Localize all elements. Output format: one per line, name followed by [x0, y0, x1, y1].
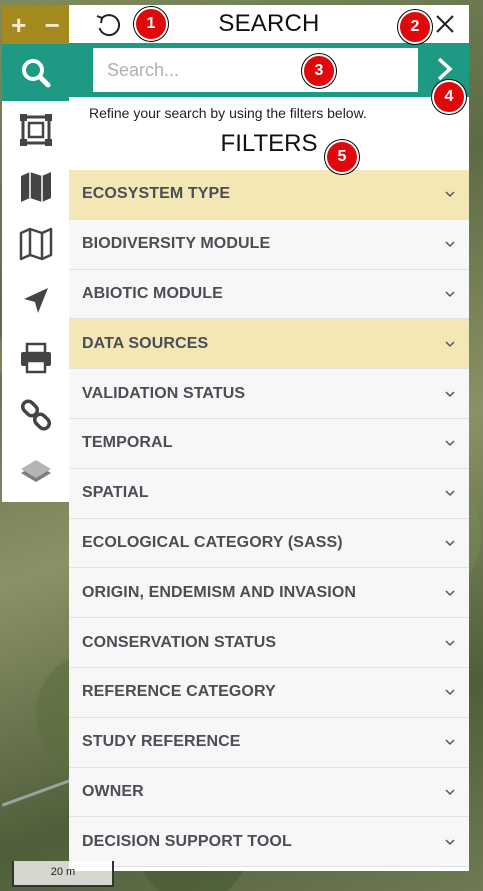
- filter-item[interactable]: ORIGIN, ENDEMISM AND INVASION: [69, 568, 469, 619]
- filter-item[interactable]: DECISION SUPPORT TOOL: [69, 817, 469, 868]
- chevron-right-icon: [437, 57, 453, 81]
- chevron-down-icon: [445, 590, 455, 596]
- toolbar-base-map-button[interactable]: [2, 215, 69, 272]
- filter-item[interactable]: VALIDATION STATUS: [69, 369, 469, 419]
- filter-label: CONSERVATION STATUS: [82, 633, 277, 651]
- filter-label: ABIOTIC MODULE: [82, 284, 223, 302]
- filter-label: REFERENCE CATEGORY: [82, 683, 276, 701]
- zoom-controls: + −: [2, 5, 69, 44]
- chevron-down-icon: [445, 341, 455, 347]
- toolbar-locate-button[interactable]: [2, 272, 69, 329]
- zoom-in-button[interactable]: +: [11, 12, 26, 38]
- select-area-icon: [19, 113, 52, 146]
- chevron-down-icon: [445, 241, 455, 248]
- filter-label: OWNER: [82, 782, 144, 800]
- filter-item[interactable]: DATA SOURCES: [69, 319, 469, 370]
- chevron-down-icon: [445, 490, 455, 497]
- map-filled-icon: [20, 171, 51, 202]
- close-icon[interactable]: [433, 12, 457, 36]
- filter-label: DECISION SUPPORT TOOL: [82, 832, 292, 850]
- callout-marker-3: 3: [302, 54, 336, 88]
- filter-label: SPATIAL: [82, 484, 149, 502]
- chevron-down-icon: [445, 739, 455, 746]
- zoom-out-button[interactable]: −: [45, 12, 60, 38]
- toolbar-search-button[interactable]: [2, 44, 69, 101]
- filter-item[interactable]: REFERENCE CATEGORY: [69, 667, 469, 718]
- filter-item[interactable]: OWNER: [69, 767, 469, 818]
- search-bar: [69, 43, 469, 97]
- chevron-down-icon: [445, 640, 455, 646]
- toolbar-layers-button[interactable]: [2, 443, 69, 500]
- chevron-down-icon: [445, 689, 455, 696]
- search-hint: Refine your search by using the filters …: [89, 105, 367, 121]
- filter-item[interactable]: ABIOTIC MODULE: [69, 269, 469, 320]
- chevron-down-icon: [445, 391, 455, 397]
- filter-list: ECOSYSTEM TYPE BIODIVERSITY MODULE ABIOTIC…: [69, 170, 469, 868]
- toolbar-map-layers-button[interactable]: [2, 158, 69, 215]
- callout-marker-5: 5: [325, 140, 359, 174]
- callout-marker-1: 1: [134, 7, 168, 41]
- location-arrow-icon: [23, 287, 48, 313]
- filter-label: VALIDATION STATUS: [82, 384, 246, 402]
- map-scale: 20 m: [12, 861, 114, 887]
- filter-label: ORIGIN, ENDEMISM AND INVASION: [82, 583, 357, 601]
- printer-icon: [20, 342, 51, 373]
- filter-label: DATA SOURCES: [82, 334, 209, 352]
- map-road: [1, 776, 79, 807]
- search-icon: [21, 58, 50, 87]
- filter-label: ECOSYSTEM TYPE: [82, 185, 231, 203]
- filter-label: BIODIVERSITY MODULE: [82, 235, 271, 253]
- link-icon: [20, 398, 51, 431]
- search-panel: SEARCH Refine your search by using the f…: [69, 5, 469, 871]
- filter-item[interactable]: ECOSYSTEM TYPE: [69, 170, 469, 220]
- filters-title: FILTERS: [220, 130, 318, 157]
- chevron-down-icon: [445, 191, 455, 198]
- chevron-down-icon: [445, 839, 455, 845]
- filter-label: TEMPORAL: [82, 434, 173, 452]
- toolbar-select-area-button[interactable]: [2, 101, 69, 158]
- filter-item[interactable]: TEMPORAL: [69, 418, 469, 469]
- filter-label: ECOLOGICAL CATEGORY (SASS): [82, 533, 343, 551]
- chevron-down-icon: [445, 789, 455, 796]
- panel-title: SEARCH: [218, 10, 320, 37]
- filter-item[interactable]: STUDY REFERENCE: [69, 717, 469, 768]
- filter-item[interactable]: SPATIAL: [69, 468, 469, 519]
- chevron-down-icon: [445, 440, 455, 447]
- toolbar-link-button[interactable]: [2, 386, 69, 443]
- filter-item[interactable]: ECOLOGICAL CATEGORY (SASS): [69, 518, 469, 569]
- layers-icon: [20, 459, 51, 482]
- chevron-down-icon: [445, 291, 455, 298]
- map-outline-icon: [19, 227, 52, 260]
- search-input[interactable]: [93, 48, 418, 92]
- reset-icon[interactable]: [93, 10, 123, 40]
- callout-marker-4: 4: [432, 80, 466, 114]
- callout-marker-2: 2: [398, 10, 432, 44]
- left-toolbar: [2, 44, 69, 502]
- filter-item[interactable]: BIODIVERSITY MODULE: [69, 219, 469, 270]
- filter-label: STUDY REFERENCE: [82, 733, 241, 751]
- toolbar-print-button[interactable]: [2, 329, 69, 386]
- filter-item[interactable]: CONSERVATION STATUS: [69, 618, 469, 668]
- chevron-down-icon: [445, 540, 455, 547]
